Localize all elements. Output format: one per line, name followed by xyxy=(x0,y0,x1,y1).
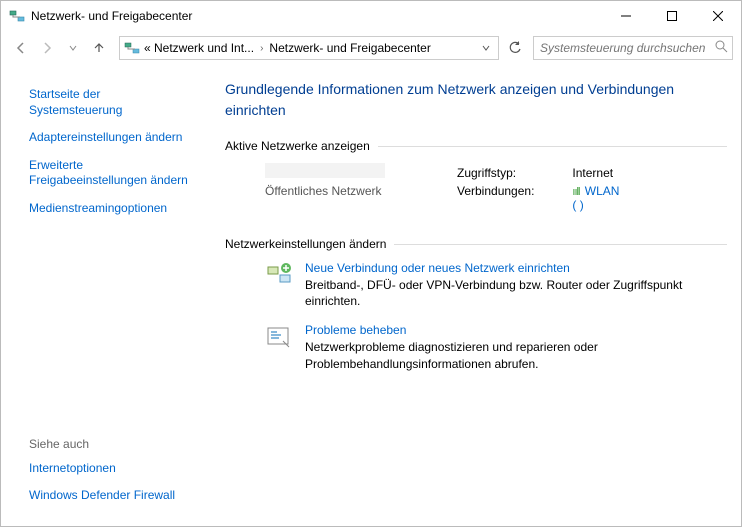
option-new-connection-title[interactable]: Neue Verbindung oder neues Netzwerk einr… xyxy=(305,261,727,275)
new-connection-icon xyxy=(265,261,293,289)
wifi-icon: ııll xyxy=(572,186,579,198)
option-new-connection-desc: Breitband-, DFÜ- oder VPN-Verbindung bzw… xyxy=(305,278,682,308)
sidebar-link-inetopts[interactable]: Internetoptionen xyxy=(29,461,197,477)
maximize-button[interactable] xyxy=(649,1,695,31)
option-troubleshoot-desc: Netzwerkprobleme diagnostizieren und rep… xyxy=(305,340,598,370)
troubleshoot-icon xyxy=(265,323,293,351)
change-settings-label: Netzwerkeinstellungen ändern xyxy=(225,237,386,251)
close-button[interactable] xyxy=(695,1,741,31)
breadcrumb-part2[interactable]: Netzwerk- und Freigabecenter xyxy=(269,41,430,55)
option-troubleshoot[interactable]: Probleme beheben Netzwerkprobleme diagno… xyxy=(225,323,727,371)
connection-link[interactable]: WLAN xyxy=(585,184,620,198)
active-networks-label: Aktive Netzwerke anzeigen xyxy=(225,139,370,153)
address-bar[interactable]: « Netzwerk und Int... › Netzwerk- und Fr… xyxy=(119,36,499,60)
sidebar-link-adapter[interactable]: Adaptereinstellungen ändern xyxy=(29,130,197,146)
sidebar-link-home[interactable]: Startseite der Systemsteuerung xyxy=(29,87,197,118)
seealso-label: Siehe auch xyxy=(29,437,197,451)
main-content: Grundlegende Informationen zum Netzwerk … xyxy=(211,65,741,526)
sidebar-link-streaming[interactable]: Medienstreamingoptionen xyxy=(29,201,197,217)
search-box[interactable] xyxy=(533,36,733,60)
up-button[interactable] xyxy=(87,36,111,60)
forward-button[interactable] xyxy=(35,36,59,60)
sidebar: Startseite der Systemsteuerung Adapterei… xyxy=(1,65,211,526)
sidebar-link-sharing[interactable]: Erweiterte Freigabeeinstellungen ändern xyxy=(29,158,197,189)
connections-label: Verbindungen: xyxy=(457,183,540,213)
option-new-connection[interactable]: Neue Verbindung oder neues Netzwerk einr… xyxy=(225,261,727,309)
access-type-value: Internet xyxy=(542,165,625,181)
network-type: Öffentliches Netzwerk xyxy=(265,184,435,198)
address-dropdown[interactable] xyxy=(478,44,494,52)
titlebar: Netzwerk- und Freigabecenter xyxy=(1,1,741,31)
location-icon xyxy=(124,40,140,56)
search-icon[interactable] xyxy=(715,40,728,56)
toolbar: « Netzwerk und Int... › Netzwerk- und Fr… xyxy=(1,31,741,65)
app-icon xyxy=(9,8,25,24)
connection-detail[interactable]: ( ) xyxy=(572,198,583,212)
breadcrumb-part1[interactable]: « Netzwerk und Int... xyxy=(144,41,254,55)
minimize-button[interactable] xyxy=(603,1,649,31)
history-dropdown[interactable] xyxy=(61,36,85,60)
window-title: Netzwerk- und Freigabecenter xyxy=(31,9,192,23)
sidebar-link-firewall[interactable]: Windows Defender Firewall xyxy=(29,488,197,504)
active-network-block: Öffentliches Netzwerk Zugriffstyp: Inter… xyxy=(225,163,727,215)
breadcrumb-separator[interactable]: › xyxy=(258,43,265,54)
back-button[interactable] xyxy=(9,36,33,60)
access-type-label: Zugriffstyp: xyxy=(457,165,540,181)
refresh-button[interactable] xyxy=(503,36,527,60)
page-heading: Grundlegende Informationen zum Netzwerk … xyxy=(225,79,705,121)
network-name xyxy=(265,163,385,178)
search-input[interactable] xyxy=(538,40,715,56)
option-troubleshoot-title[interactable]: Probleme beheben xyxy=(305,323,727,337)
